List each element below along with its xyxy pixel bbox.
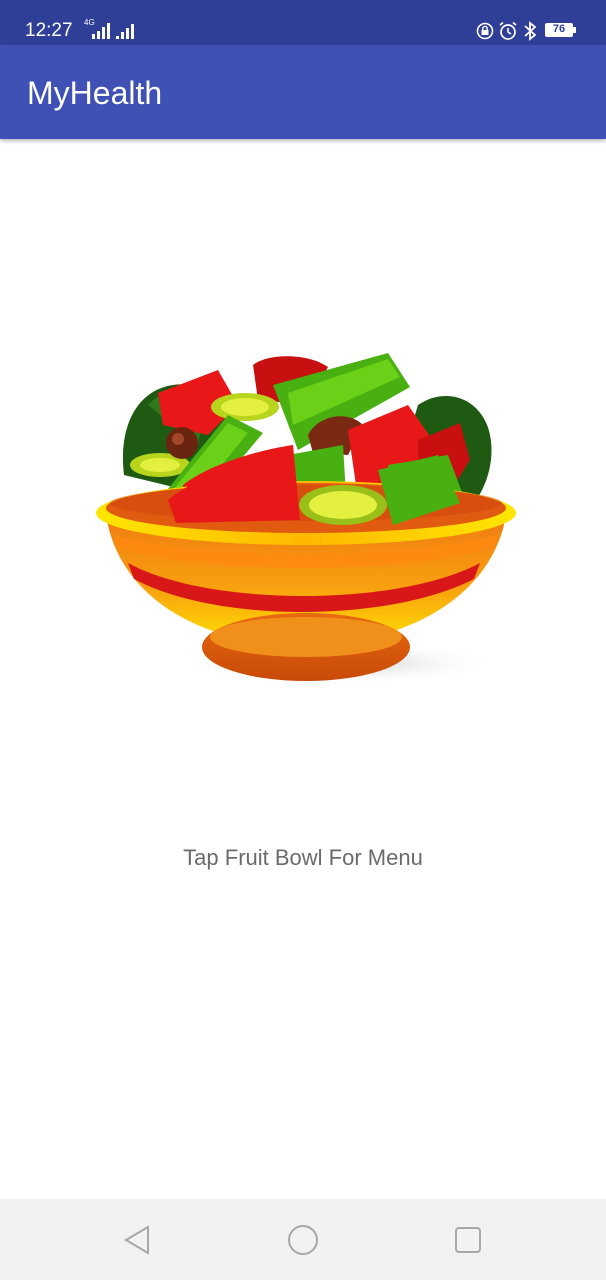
bluetooth-icon [524, 21, 537, 41]
navigation-bar [0, 1199, 606, 1280]
battery-icon: 76 [545, 23, 573, 37]
status-time: 12:27 [25, 20, 73, 41]
recents-icon [455, 1227, 481, 1253]
status-bar: 12:27 4G 76 [0, 0, 606, 45]
lock-icon [476, 22, 494, 40]
fruit-bowl-icon[interactable] [88, 345, 520, 695]
home-button[interactable] [283, 1221, 323, 1259]
app-title: MyHealth [27, 75, 163, 111]
battery-level: 76 [552, 23, 566, 35]
tap-hint-text: Tap Fruit Bowl For Menu [183, 845, 423, 870]
app-bar: MyHealth [0, 45, 606, 139]
alarm-icon [499, 21, 517, 40]
signal-icon [92, 23, 134, 39]
battery-tip [573, 27, 576, 33]
home-icon [288, 1225, 318, 1255]
back-button[interactable] [118, 1221, 158, 1259]
recents-button[interactable] [448, 1221, 488, 1259]
back-icon [124, 1225, 149, 1255]
